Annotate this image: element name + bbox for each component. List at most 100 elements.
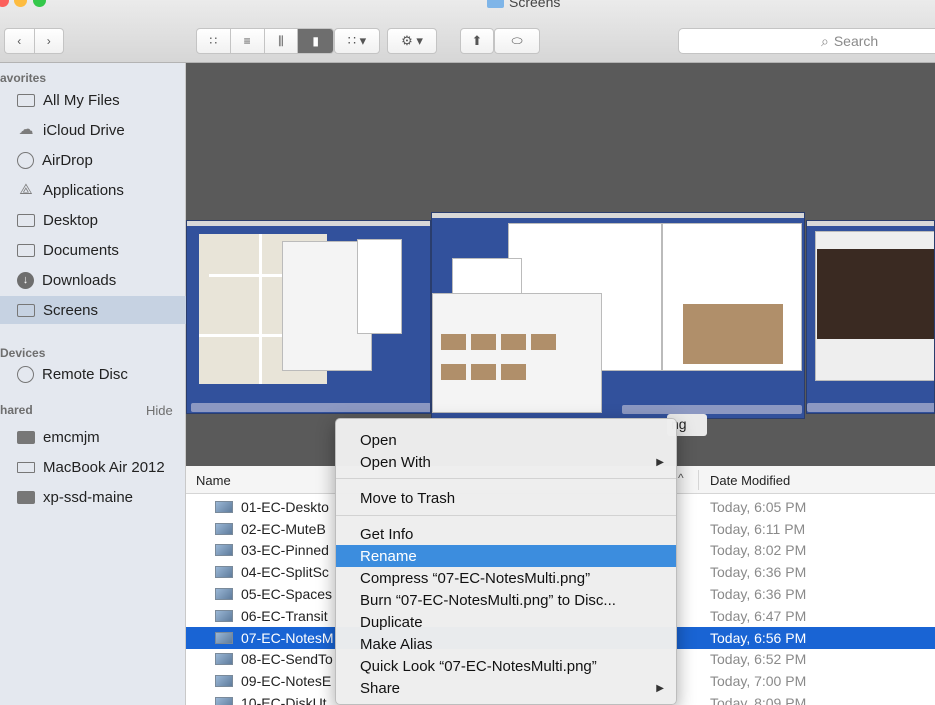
shared-hide-link[interactable]: Hide [146, 403, 173, 418]
photo-tile [531, 334, 556, 350]
cover-flow-thumbnail-center[interactable] [431, 212, 805, 419]
image-file-icon [215, 697, 233, 705]
menu-item-move-to-trash[interactable]: Move to Trash [336, 487, 676, 509]
menu-item-label: Open With [360, 453, 431, 471]
file-date: Today, 6:52 PM [710, 651, 807, 668]
back-button[interactable]: ‹ [5, 29, 35, 53]
file-name: 07-EC-NotesM [241, 629, 334, 646]
applications-icon: ⟁ [19, 181, 33, 198]
menu-item-open-with[interactable]: Open With ▶ [336, 451, 676, 473]
file-name: 06-EC-Transit [241, 607, 328, 624]
arrange-button[interactable]: ∷ ▾ [334, 28, 380, 54]
file-name: 10-EC-DiskUt [241, 695, 327, 705]
list-view-icon: ≡ [243, 34, 251, 48]
submenu-arrow-icon: ▶ [656, 456, 664, 468]
minimize-window-button[interactable] [14, 0, 27, 7]
cover-flow-thumbnail-left[interactable] [186, 220, 431, 414]
menu-item-get-info[interactable]: Get Info [336, 523, 676, 545]
cover-flow-thumbnail-right[interactable] [806, 220, 935, 414]
sidebar: avorites All My Files ☁ iCloud Drive Air… [0, 63, 186, 705]
close-window-button[interactable] [0, 0, 9, 7]
grid-arrange-icon: ∷ ▾ [347, 33, 367, 48]
date-modified-column-header[interactable]: Date Modified [710, 473, 790, 488]
sidebar-item-macbook-air-2012[interactable]: MacBook Air 2012 [0, 453, 186, 481]
thumbnail-menubar [432, 213, 804, 218]
menu-item-rename[interactable]: Rename [336, 545, 676, 567]
file-name: 01-EC-Deskto [241, 498, 329, 515]
sidebar-item-documents[interactable]: Documents [0, 236, 186, 264]
sidebar-item-label: iCloud Drive [43, 121, 125, 139]
forward-button[interactable]: › [35, 29, 64, 53]
window-toolbar: Screens ‹ › ∷ ≡ ⫼ ▮ ∷ ▾ ⚙ ▾ ⬆ ⬭ ⌕ Search [0, 0, 935, 63]
sidebar-item-label: AirDrop [42, 151, 93, 169]
menu-separator [336, 515, 676, 516]
image-file-icon [215, 588, 233, 601]
photo-tile [441, 334, 466, 350]
sort-ascending-icon: ^ [678, 471, 684, 485]
menu-separator [336, 478, 676, 479]
chevron-right-icon: › [46, 34, 51, 48]
file-date: Today, 6:11 PM [710, 520, 806, 537]
search-field[interactable]: ⌕ Search [678, 28, 935, 54]
downloads-icon: ↓ [17, 271, 34, 289]
icon-view-button[interactable]: ∷ [197, 29, 231, 53]
disc-icon [17, 365, 34, 383]
thumbnail-menubar [807, 221, 934, 226]
sidebar-item-downloads[interactable]: ↓ Downloads [0, 266, 186, 294]
sidebar-item-label: MacBook Air 2012 [43, 458, 165, 476]
sidebar-item-airdrop[interactable]: AirDrop [0, 146, 186, 174]
image-file-icon [215, 544, 233, 557]
thumbnail-menubar [187, 221, 430, 226]
sidebar-item-emcmjm[interactable]: emcmjm [0, 423, 186, 451]
thumbnail-dock [622, 405, 802, 414]
photo-tile [471, 334, 496, 350]
folder-icon [17, 303, 35, 317]
sidebar-item-desktop[interactable]: Desktop [0, 206, 186, 234]
file-date: Today, 6:05 PM [710, 498, 807, 515]
sidebar-item-remote-disc[interactable]: Remote Disc [0, 360, 186, 388]
sidebar-item-all-my-files[interactable]: All My Files [0, 86, 186, 114]
menu-item-burn-to-disc[interactable]: Burn “07-EC-NotesMulti.png” to Disc... [336, 589, 676, 611]
image-file-icon [215, 653, 233, 666]
file-name: 03-EC-Pinned [241, 542, 329, 559]
image-file-icon [215, 522, 233, 535]
sidebar-item-icloud-drive[interactable]: ☁ iCloud Drive [0, 116, 186, 144]
file-name: 02-EC-MuteB [241, 520, 326, 537]
search-icon: ⌕ [821, 32, 829, 49]
file-date: Today, 6:47 PM [710, 607, 807, 624]
name-column-header[interactable]: Name [196, 473, 231, 488]
action-button[interactable]: ⚙ ▾ [387, 28, 437, 54]
sidebar-item-label: Desktop [43, 211, 99, 229]
sidebar-item-xp-ssd-maine[interactable]: xp-ssd-maine [0, 483, 186, 511]
sidebar-item-label: Applications [43, 181, 124, 199]
zoom-window-button[interactable] [33, 0, 46, 7]
file-name: 04-EC-SplitSc [241, 564, 329, 581]
file-name: 08-EC-SendTo [241, 651, 333, 668]
basilica-photo [683, 304, 783, 364]
sidebar-item-applications[interactable]: ⟁ Applications [0, 176, 186, 204]
share-button[interactable]: ⬆ [460, 28, 494, 54]
menu-item-open[interactable]: Open [336, 429, 676, 451]
menu-item-quick-look[interactable]: Quick Look “07-EC-NotesMulti.png” [336, 655, 676, 677]
menu-item-share[interactable]: Share ▶ [336, 677, 676, 699]
thumbnail-dock [807, 403, 934, 412]
list-view-button[interactable]: ≡ [231, 29, 265, 53]
menu-item-compress[interactable]: Compress “07-EC-NotesMulti.png” [336, 567, 676, 589]
file-date: Today, 6:36 PM [710, 586, 807, 603]
sidebar-favorites-heading: avorites [0, 71, 47, 85]
documents-icon [17, 243, 35, 257]
menu-item-duplicate[interactable]: Duplicate [336, 611, 676, 633]
menu-item-make-alias[interactable]: Make Alias [336, 633, 676, 655]
cloud-icon: ☁ [18, 121, 34, 138]
cover-flow-preview[interactable]: ng [186, 63, 935, 466]
edit-tags-button[interactable]: ⬭ [494, 28, 540, 54]
sidebar-devices-heading: Devices [0, 346, 46, 360]
cover-flow-view-button[interactable]: ▮ [298, 29, 333, 53]
sidebar-item-label: All My Files [43, 91, 120, 109]
file-date: Today, 6:56 PM [710, 629, 807, 646]
file-name: 05-EC-Spaces [241, 586, 333, 603]
search-placeholder: Search [833, 33, 879, 49]
column-view-button[interactable]: ⫼ [265, 29, 299, 53]
icon-view-icon: ∷ [209, 34, 218, 48]
sidebar-item-screens[interactable]: Screens [0, 296, 186, 324]
